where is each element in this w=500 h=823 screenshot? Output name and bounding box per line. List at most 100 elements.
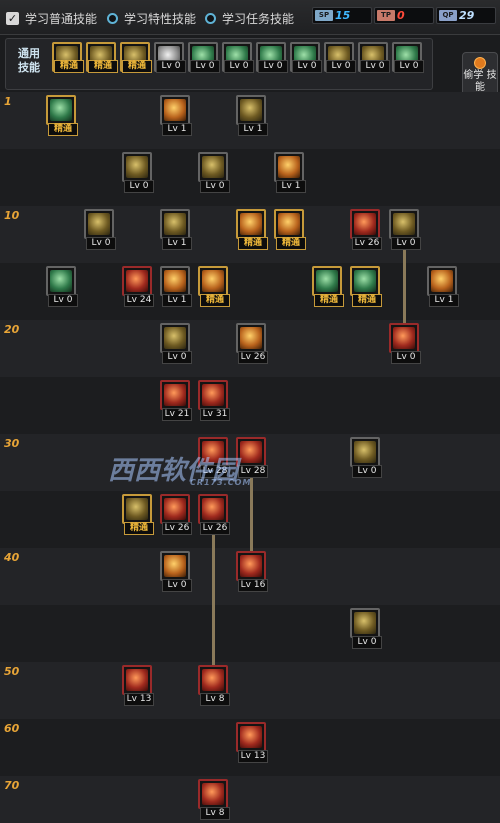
learn-quest-skill-option[interactable]: 学习任务技能	[205, 10, 294, 26]
skill-art-icon	[240, 213, 262, 235]
skill-prerequisite-line	[212, 535, 215, 667]
skill-icon[interactable]: 精通	[312, 266, 344, 307]
skill-icon[interactable]: Lv 13	[236, 722, 268, 763]
skill-icon[interactable]: Lv 21	[160, 380, 192, 421]
skill-icon[interactable]: Lv 16	[236, 551, 268, 592]
skill-level-label: Lv 26	[352, 237, 382, 250]
skill-level-label: 精通	[124, 522, 154, 535]
skill-icon[interactable]: 精通	[350, 266, 382, 307]
common-skill-icon[interactable]: Lv 0	[256, 42, 288, 73]
skill-art-icon	[202, 669, 224, 691]
skill-icon[interactable]: 精通	[198, 266, 230, 307]
skill-level-label: Lv 0	[156, 60, 186, 73]
common-skill-icon[interactable]: Lv 0	[290, 42, 322, 73]
counter-label: TP	[377, 10, 395, 21]
common-skill-icon[interactable]: 精通	[86, 42, 118, 73]
skill-level-label: Lv 1	[276, 180, 306, 193]
level-label: 50	[4, 665, 20, 678]
skill-art-icon	[88, 213, 110, 235]
level-label: 1	[4, 95, 12, 108]
skill-icon[interactable]: Lv 0	[389, 323, 421, 364]
skill-level-label: Lv 0	[292, 60, 322, 73]
skill-icon[interactable]: Lv 13	[122, 665, 154, 706]
skill-art-icon	[393, 327, 415, 349]
skill-level-label: Lv 8	[200, 693, 230, 706]
skill-art-icon	[278, 156, 300, 178]
skill-icon[interactable]: Lv 1	[160, 266, 192, 307]
common-skill-icon[interactable]: 精通	[52, 42, 84, 73]
checkbox-icon: ✓	[6, 11, 19, 25]
skill-icon[interactable]: Lv 1	[236, 95, 268, 136]
common-skill-icon[interactable]: 精通	[120, 42, 152, 73]
level-label: 70	[4, 779, 20, 792]
skill-level-label: Lv 0	[162, 351, 192, 364]
learn-normal-skill-option[interactable]: ✓ 学习普通技能	[6, 10, 97, 26]
common-skill-icon[interactable]: Lv 0	[188, 42, 220, 73]
skill-art-icon	[354, 270, 376, 292]
skill-icon[interactable]: Lv 31	[198, 380, 230, 421]
skill-art-icon	[240, 99, 262, 121]
orb-icon	[474, 57, 486, 69]
skill-art-icon	[240, 327, 262, 349]
skill-icon[interactable]: Lv 0	[84, 209, 116, 250]
skill-level-label: Lv 0	[360, 60, 390, 73]
skill-level-label: Lv 1	[162, 237, 192, 250]
skill-icon[interactable]: Lv 0	[198, 152, 230, 193]
skill-icon[interactable]: Lv 0	[160, 323, 192, 364]
skill-icon[interactable]: Lv 26	[198, 494, 230, 535]
skill-icon[interactable]: Lv 0	[350, 437, 382, 478]
skill-icon[interactable]: Lv 8	[198, 665, 230, 706]
skill-level-label: Lv 8	[200, 807, 230, 820]
learn-trait-skill-option[interactable]: 学习特性技能	[107, 10, 196, 26]
skill-art-icon	[202, 384, 224, 406]
skill-icon[interactable]: Lv 1	[160, 95, 192, 136]
skill-icon[interactable]: Lv 26	[160, 494, 192, 535]
skill-icon[interactable]: Lv 1	[427, 266, 459, 307]
level-label: 20	[4, 323, 20, 336]
skill-art-icon	[164, 327, 186, 349]
skill-art-icon	[164, 555, 186, 577]
level-row	[0, 662, 500, 719]
level-label: 10	[4, 209, 20, 222]
point-counter: TP 0	[374, 7, 434, 24]
skill-art-icon	[202, 156, 224, 178]
skill-art-icon	[354, 441, 376, 463]
skill-icon[interactable]: Lv 0	[389, 209, 421, 250]
level-row	[0, 149, 500, 206]
skill-icon[interactable]: Lv 1	[160, 209, 192, 250]
radio-icon	[107, 12, 118, 24]
skill-level-label: 精通	[122, 60, 152, 73]
skill-level-label: Lv 26	[162, 522, 192, 535]
skill-icon[interactable]: Lv 8	[198, 779, 230, 820]
common-skill-icon[interactable]: Lv 0	[222, 42, 254, 73]
skill-art-icon	[278, 213, 300, 235]
common-skill-icon[interactable]: Lv 0	[154, 42, 186, 73]
option-label: 学习特性技能	[124, 11, 197, 26]
skill-art-icon	[164, 213, 186, 235]
common-skill-icon[interactable]: Lv 0	[324, 42, 356, 73]
skill-level-label: 精通	[314, 294, 344, 307]
skill-art-icon	[431, 270, 453, 292]
skill-level-label: Lv 0	[124, 180, 154, 193]
skill-icon[interactable]: Lv 26	[350, 209, 382, 250]
skill-art-icon	[126, 498, 148, 520]
skill-icon[interactable]: Lv 26	[236, 323, 268, 364]
skill-icon[interactable]: Lv 0	[46, 266, 78, 307]
skill-icon[interactable]: 精通	[46, 95, 78, 136]
skill-icon[interactable]: Lv 24	[122, 266, 154, 307]
common-skill-icon[interactable]: Lv 0	[358, 42, 390, 73]
skill-icon[interactable]: Lv 0	[350, 608, 382, 649]
counter-value: 29	[459, 9, 475, 22]
skill-art-icon	[354, 213, 376, 235]
skill-icon[interactable]: Lv 0	[160, 551, 192, 592]
skill-icon[interactable]: 精通	[122, 494, 154, 535]
skill-icon[interactable]: 精通	[274, 209, 306, 250]
skill-level-label: 精通	[276, 237, 306, 250]
skill-level-label: Lv 1	[162, 123, 192, 136]
common-skill-icon[interactable]: Lv 0	[392, 42, 424, 73]
skill-level-label: Lv 16	[238, 579, 268, 592]
skill-icon[interactable]: Lv 0	[122, 152, 154, 193]
common-skills-label: 通用 技能	[18, 47, 40, 74]
skill-icon[interactable]: Lv 1	[274, 152, 306, 193]
skill-icon[interactable]: 精通	[236, 209, 268, 250]
